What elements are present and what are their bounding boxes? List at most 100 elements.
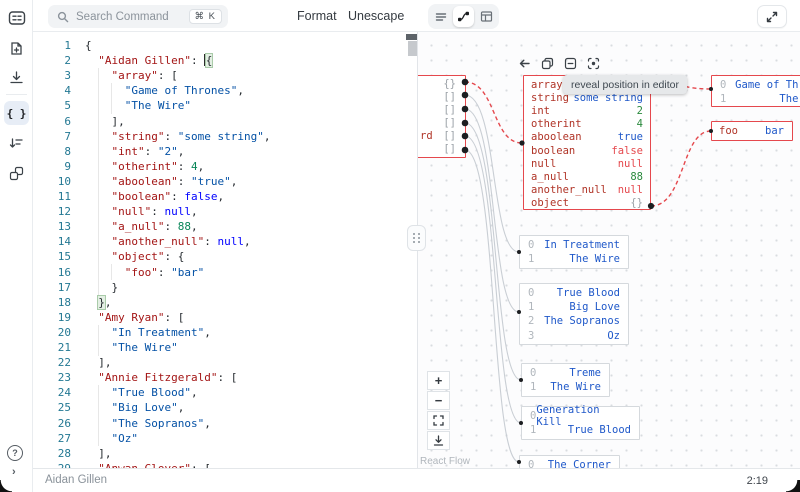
- array-value: The Wire: [550, 381, 601, 393]
- node-value: false: [611, 145, 643, 157]
- code-area[interactable]: { "Aidan Gillen": { "array": [ "Game of …: [33, 32, 417, 468]
- node-row: boolean false: [524, 144, 650, 157]
- unescape-button[interactable]: Unescape: [348, 9, 404, 23]
- selection-path: Aidan Gillen: [45, 474, 107, 486]
- help-icon[interactable]: ?: [7, 445, 23, 461]
- code-line: "Big Love",: [85, 400, 184, 415]
- code-line: "aboolean": "true",: [85, 174, 237, 189]
- graph-node-array[interactable]: 0Generation Kill1True Blood: [521, 406, 640, 440]
- code-line: "Amy Ryan": [: [85, 310, 184, 325]
- code-line: ],: [85, 355, 112, 370]
- node-row: {}: [418, 78, 465, 91]
- node-key: int: [531, 105, 550, 117]
- fit-view-button[interactable]: [427, 411, 450, 430]
- fullscreen-button[interactable]: [757, 5, 787, 28]
- array-value: Big Love: [569, 301, 620, 313]
- code-line: "True Blood",: [85, 385, 198, 400]
- app-logo-icon[interactable]: [7, 8, 26, 27]
- code-line: "foo": "bar": [85, 265, 204, 280]
- node-focus-icon[interactable]: [586, 56, 600, 70]
- reactflow-attribution: React Flow: [420, 456, 470, 467]
- code-line: "The Wire": [85, 340, 178, 355]
- array-value: True Blood: [568, 424, 631, 436]
- node-value: 4: [637, 118, 643, 130]
- tab-graph-view[interactable]: [453, 6, 474, 27]
- node-key: string: [531, 92, 569, 104]
- code-line: "In Treatment",: [85, 325, 211, 340]
- tab-table-view[interactable]: [476, 6, 497, 27]
- code-line: ],: [85, 446, 112, 461]
- graph-canvas[interactable]: {}[][][]rd[][] arraystringsome stringint…: [418, 32, 800, 468]
- node-value: {}: [630, 197, 643, 209]
- download-icon[interactable]: [7, 68, 26, 87]
- node-row: 2The Sopranos: [520, 314, 628, 328]
- node-row: []: [418, 91, 465, 104]
- node-row: a_null 88: [524, 170, 650, 183]
- code-line: }: [85, 280, 118, 295]
- graph-node-array[interactable]: 0In Treatment1The Wire: [519, 235, 629, 269]
- zoom-controls: + −: [427, 371, 450, 451]
- code-line: "The Wire": [85, 98, 191, 113]
- graph-node-selected-object[interactable]: arraystringsome stringint2otherint4abool…: [523, 75, 651, 210]
- graph-node-root-object[interactable]: {}[][][]rd[][]: [418, 75, 466, 158]
- node-key: a_null: [531, 171, 569, 183]
- node-row: 0Generation Kill: [522, 409, 639, 423]
- new-document-icon[interactable]: [7, 39, 26, 58]
- zoom-out-button[interactable]: −: [427, 391, 450, 410]
- tab-text-view[interactable]: [430, 6, 451, 27]
- sort-filter-icon[interactable]: [7, 134, 26, 153]
- format-button[interactable]: Format: [297, 9, 337, 23]
- array-value: The Corner: [548, 459, 611, 468]
- code-line: "array": [: [85, 68, 178, 83]
- editor-scrollbar[interactable]: [408, 41, 417, 56]
- code-line: "another_null": null,: [85, 234, 251, 249]
- node-key: foo: [719, 125, 738, 137]
- search-placeholder: Search Command: [76, 11, 169, 23]
- code-line: "Annie Fitzgerald": [: [85, 370, 237, 385]
- code-line: "Game of Thrones",: [85, 83, 244, 98]
- array-value: The Wire: [779, 93, 800, 105]
- transform-tools-icon[interactable]: [7, 164, 26, 183]
- node-key: object: [531, 197, 569, 209]
- node-row: 3Oz: [520, 329, 628, 343]
- panel-resize-handle[interactable]: [407, 225, 426, 251]
- graph-node-array[interactable]: 0Treme1The Wire: [521, 363, 610, 397]
- node-type-symbol: []: [443, 143, 456, 156]
- array-value: Game of Thrones: [735, 79, 800, 91]
- overview-ruler-cursor-mark: [406, 34, 417, 40]
- node-key: null: [531, 158, 556, 170]
- graph-node-array[interactable]: 0True Blood1Big Love2The Sopranos3Oz: [519, 283, 629, 345]
- node-key: aboolean: [531, 131, 582, 143]
- search-input[interactable]: Search Command ⌘ K: [48, 5, 228, 28]
- graph-node-array[interactable]: 0Game of Thrones1The Wire: [711, 75, 800, 107]
- node-row: null null: [524, 157, 650, 170]
- download-image-button[interactable]: [427, 431, 450, 450]
- code-line: "a_null": 88,: [85, 219, 198, 234]
- graph-node-array[interactable]: 0The Corner: [519, 455, 620, 468]
- sidebar-item-json-editor[interactable]: { }: [4, 101, 29, 125]
- node-back-icon[interactable]: [517, 56, 531, 70]
- code-line: "Oz": [85, 431, 138, 446]
- code-line: },: [85, 295, 112, 310]
- array-value: True Blood: [557, 287, 620, 299]
- node-value: null: [618, 158, 643, 170]
- code-line: "Aidan Gillen": {: [85, 53, 212, 68]
- node-value: 88: [630, 171, 643, 183]
- statusbar: Aidan Gillen 2:19: [33, 468, 800, 492]
- node-value: 2: [637, 105, 643, 117]
- node-collapse-icon[interactable]: [563, 56, 577, 70]
- collapse-sidebar-icon[interactable]: ›: [12, 466, 16, 478]
- node-row: object {}: [524, 197, 650, 210]
- zoom-in-button[interactable]: +: [427, 371, 450, 390]
- node-type-symbol: []: [443, 104, 456, 117]
- array-value: In Treatment: [544, 239, 620, 251]
- drag-dots-icon: [413, 233, 421, 243]
- node-duplicate-icon[interactable]: [540, 56, 554, 70]
- graph-node-foo-object[interactable]: foo bar: [711, 121, 793, 141]
- node-type-symbol: {}: [443, 78, 456, 91]
- node-row: int 2: [524, 104, 650, 117]
- node-key: boolean: [531, 145, 575, 157]
- code-line: "Anwan Glover": [: [85, 461, 211, 468]
- node-row: []: [418, 143, 465, 156]
- array-index: 0: [528, 287, 534, 299]
